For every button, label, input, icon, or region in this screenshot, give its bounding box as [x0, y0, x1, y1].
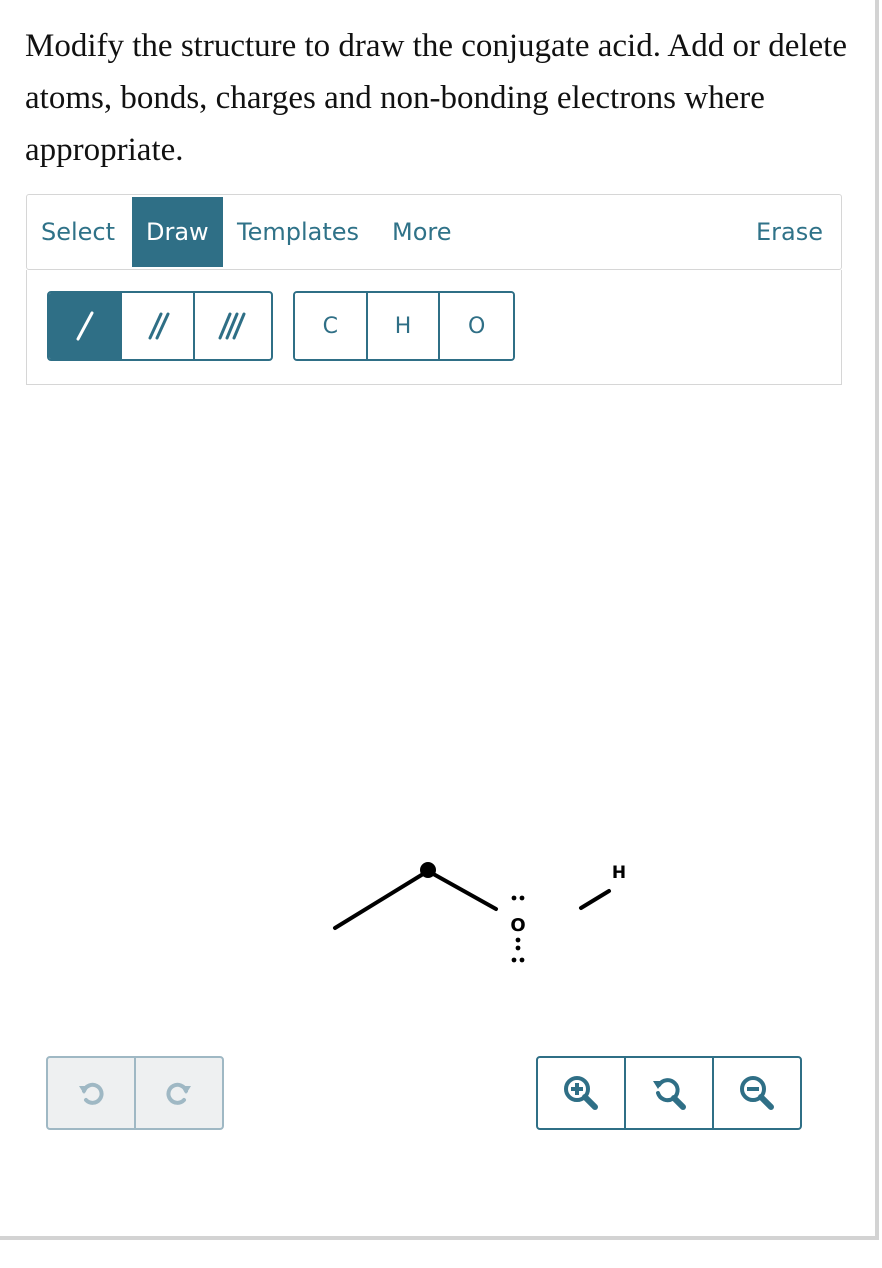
- tab-select[interactable]: Select: [27, 197, 129, 267]
- atom-c-button[interactable]: C: [295, 293, 368, 359]
- triple-bond-icon: [218, 312, 245, 340]
- structure-editor: Select Draw Templates More Erase C H O O…: [26, 194, 842, 1139]
- atom-o-button[interactable]: O: [440, 293, 513, 359]
- zoom-button-group: [536, 1056, 802, 1130]
- tab-templates[interactable]: Templates: [223, 197, 373, 267]
- selected-atom-dot[interactable]: [420, 862, 436, 878]
- bond-c2-o[interactable]: [426, 869, 498, 911]
- undo-button[interactable]: [48, 1058, 136, 1128]
- redo-icon: [166, 1082, 191, 1105]
- double-bond-icon: [148, 312, 169, 340]
- lone-pair-dot: [515, 937, 521, 943]
- bond-c1-c2[interactable]: [333, 869, 430, 930]
- zoom-in-button[interactable]: [538, 1058, 626, 1128]
- bond-o-h[interactable]: [579, 889, 611, 910]
- zoom-out-icon: [740, 1076, 774, 1110]
- zoom-reset-icon: [653, 1078, 686, 1110]
- atom-h-button[interactable]: H: [367, 293, 441, 359]
- lone-pair-dot: [515, 945, 521, 951]
- zoom-reset-button[interactable]: [626, 1058, 714, 1128]
- zoom-out-button[interactable]: [714, 1058, 800, 1128]
- oxygen-label: O: [510, 915, 525, 936]
- oxygen-atom[interactable]: O: [510, 895, 526, 963]
- lone-pair-dot: [519, 895, 525, 901]
- double-bond-button[interactable]: [122, 293, 195, 359]
- drawing-canvas[interactable]: O H: [26, 386, 842, 1138]
- lone-pair-dot: [511, 957, 517, 963]
- question-prompt: Modify the structure to draw the conjuga…: [25, 28, 847, 168]
- draw-toolbar: C H O: [26, 270, 842, 385]
- atom-tool-group: C H O: [293, 291, 515, 361]
- erase-button[interactable]: Erase: [742, 197, 837, 267]
- lone-pair-dot: [511, 895, 517, 901]
- single-bond-icon: [76, 311, 93, 341]
- molecule-drawing: O H: [333, 862, 626, 963]
- triple-bond-button[interactable]: [195, 293, 268, 359]
- history-button-group: [46, 1056, 224, 1130]
- lone-pair-dot: [519, 957, 525, 963]
- single-bond-button[interactable]: [49, 293, 122, 359]
- tab-draw[interactable]: Draw: [132, 197, 223, 267]
- bond-tool-group: [47, 291, 273, 361]
- redo-button[interactable]: [136, 1058, 222, 1128]
- undo-icon: [79, 1082, 104, 1105]
- hydrogen-label[interactable]: H: [612, 863, 626, 883]
- editor-tab-bar: Select Draw Templates More Erase: [26, 194, 842, 270]
- tab-more[interactable]: More: [378, 197, 466, 267]
- zoom-in-icon: [564, 1076, 598, 1110]
